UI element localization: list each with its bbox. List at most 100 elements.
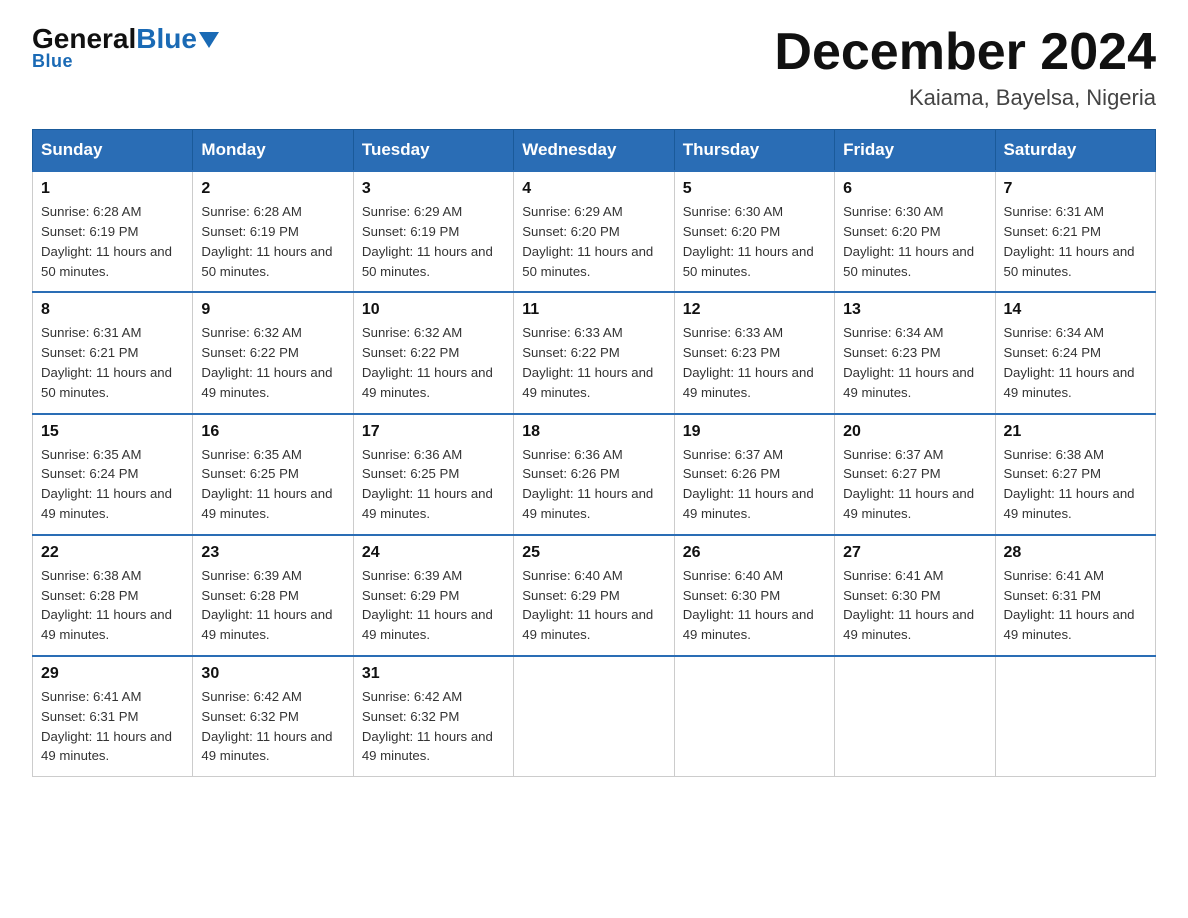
logo: GeneralBlue Blue [32, 24, 219, 72]
day-info: Sunrise: 6:31 AMSunset: 6:21 PMDaylight:… [41, 323, 184, 402]
day-of-week-header: Monday [193, 130, 353, 172]
day-number: 22 [41, 544, 184, 562]
calendar-day-cell: 1 Sunrise: 6:28 AMSunset: 6:19 PMDaylight… [33, 171, 193, 292]
calendar-day-cell: 13Sunrise: 6:34 AMSunset: 6:23 PMDayligh… [835, 292, 995, 413]
day-of-week-header: Wednesday [514, 130, 674, 172]
day-info: Sunrise: 6:40 AMSunset: 6:29 PMDaylight:… [522, 566, 665, 645]
day-of-week-header: Thursday [674, 130, 834, 172]
calendar-day-cell: 5 Sunrise: 6:30 AMSunset: 6:20 PMDaylight… [674, 171, 834, 292]
calendar-day-cell [514, 656, 674, 777]
calendar-day-cell: 8Sunrise: 6:31 AMSunset: 6:21 PMDaylight… [33, 292, 193, 413]
day-info: Sunrise: 6:40 AMSunset: 6:30 PMDaylight:… [683, 566, 826, 645]
day-info: Sunrise: 6:37 AMSunset: 6:26 PMDaylight:… [683, 445, 826, 524]
calendar-day-cell [835, 656, 995, 777]
day-number: 23 [201, 544, 344, 562]
day-info: Sunrise: 6:39 AMSunset: 6:28 PMDaylight:… [201, 566, 344, 645]
day-info: Sunrise: 6:28 AMSunset: 6:19 PMDaylight:… [41, 202, 184, 281]
day-info: Sunrise: 6:38 AMSunset: 6:28 PMDaylight:… [41, 566, 184, 645]
day-of-week-header: Tuesday [353, 130, 513, 172]
day-number: 31 [362, 665, 505, 683]
day-number: 18 [522, 423, 665, 441]
page-header: GeneralBlue Blue December 2024 Kaiama, B… [32, 24, 1156, 111]
day-number: 9 [201, 301, 344, 319]
day-info: Sunrise: 6:39 AMSunset: 6:29 PMDaylight:… [362, 566, 505, 645]
calendar-table: SundayMondayTuesdayWednesdayThursdayFrid… [32, 129, 1156, 777]
calendar-day-cell: 3Sunrise: 6:29 AMSunset: 6:19 PMDaylight… [353, 171, 513, 292]
calendar-day-cell: 11 Sunrise: 6:33 AMSunset: 6:22 PMDayligh… [514, 292, 674, 413]
calendar-day-cell: 17 Sunrise: 6:36 AMSunset: 6:25 PMDayligh… [353, 414, 513, 535]
calendar-day-cell: 12Sunrise: 6:33 AMSunset: 6:23 PMDayligh… [674, 292, 834, 413]
day-info: Sunrise: 6:37 AMSunset: 6:27 PMDaylight:… [843, 445, 986, 524]
day-of-week-header: Sunday [33, 130, 193, 172]
day-info: Sunrise: 6:41 AMSunset: 6:31 PMDaylight:… [41, 687, 184, 766]
day-number: 30 [201, 665, 344, 683]
day-number: 27 [843, 544, 986, 562]
day-number: 21 [1004, 423, 1147, 441]
calendar-day-cell: 16 Sunrise: 6:35 AMSunset: 6:25 PMDayligh… [193, 414, 353, 535]
day-info: Sunrise: 6:33 AMSunset: 6:23 PMDaylight:… [683, 323, 826, 402]
day-number: 2 [201, 180, 344, 198]
day-number: 3 [362, 180, 505, 198]
day-info: Sunrise: 6:28 AMSunset: 6:19 PMDaylight:… [201, 202, 344, 281]
calendar-day-cell: 24 Sunrise: 6:39 AMSunset: 6:29 PMDayligh… [353, 535, 513, 656]
calendar-body: 1 Sunrise: 6:28 AMSunset: 6:19 PMDaylight… [33, 171, 1156, 776]
header-row: SundayMondayTuesdayWednesdayThursdayFrid… [33, 130, 1156, 172]
day-info: Sunrise: 6:31 AMSunset: 6:21 PMDaylight:… [1004, 202, 1147, 281]
calendar-day-cell: 22 Sunrise: 6:38 AMSunset: 6:28 PMDayligh… [33, 535, 193, 656]
day-number: 1 [41, 180, 184, 198]
calendar-day-cell: 27Sunrise: 6:41 AMSunset: 6:30 PMDayligh… [835, 535, 995, 656]
calendar-day-cell: 10Sunrise: 6:32 AMSunset: 6:22 PMDayligh… [353, 292, 513, 413]
day-info: Sunrise: 6:38 AMSunset: 6:27 PMDaylight:… [1004, 445, 1147, 524]
day-info: Sunrise: 6:36 AMSunset: 6:25 PMDaylight:… [362, 445, 505, 524]
day-number: 5 [683, 180, 826, 198]
calendar-week-row: 8Sunrise: 6:31 AMSunset: 6:21 PMDaylight… [33, 292, 1156, 413]
calendar-day-cell: 26 Sunrise: 6:40 AMSunset: 6:30 PMDayligh… [674, 535, 834, 656]
day-number: 24 [362, 544, 505, 562]
calendar-day-cell [674, 656, 834, 777]
day-number: 17 [362, 423, 505, 441]
calendar-week-row: 22 Sunrise: 6:38 AMSunset: 6:28 PMDayligh… [33, 535, 1156, 656]
calendar-day-cell: 14Sunrise: 6:34 AMSunset: 6:24 PMDayligh… [995, 292, 1155, 413]
calendar-week-row: 1 Sunrise: 6:28 AMSunset: 6:19 PMDaylight… [33, 171, 1156, 292]
day-number: 25 [522, 544, 665, 562]
calendar-day-cell: 23 Sunrise: 6:39 AMSunset: 6:28 PMDayligh… [193, 535, 353, 656]
day-number: 26 [683, 544, 826, 562]
calendar-day-cell: 31 Sunrise: 6:42 AMSunset: 6:32 PMDayligh… [353, 656, 513, 777]
day-number: 10 [362, 301, 505, 319]
day-number: 19 [683, 423, 826, 441]
title-block: December 2024 Kaiama, Bayelsa, Nigeria [774, 24, 1156, 111]
calendar-day-cell: 30Sunrise: 6:42 AMSunset: 6:32 PMDayligh… [193, 656, 353, 777]
logo-triangle-icon [199, 32, 219, 48]
day-info: Sunrise: 6:41 AMSunset: 6:31 PMDaylight:… [1004, 566, 1147, 645]
day-number: 14 [1004, 301, 1147, 319]
day-number: 6 [843, 180, 986, 198]
day-of-week-header: Saturday [995, 130, 1155, 172]
calendar-day-cell: 21 Sunrise: 6:38 AMSunset: 6:27 PMDayligh… [995, 414, 1155, 535]
day-info: Sunrise: 6:32 AMSunset: 6:22 PMDaylight:… [201, 323, 344, 402]
calendar-week-row: 15 Sunrise: 6:35 AMSunset: 6:24 PMDayligh… [33, 414, 1156, 535]
day-info: Sunrise: 6:29 AMSunset: 6:20 PMDaylight:… [522, 202, 665, 281]
logo-blue-text: Blue [136, 24, 197, 55]
day-number: 11 [522, 301, 665, 319]
calendar-day-cell: 25 Sunrise: 6:40 AMSunset: 6:29 PMDayligh… [514, 535, 674, 656]
calendar-day-cell [995, 656, 1155, 777]
calendar-header: SundayMondayTuesdayWednesdayThursdayFrid… [33, 130, 1156, 172]
day-info: Sunrise: 6:42 AMSunset: 6:32 PMDaylight:… [362, 687, 505, 766]
calendar-day-cell: 18Sunrise: 6:36 AMSunset: 6:26 PMDayligh… [514, 414, 674, 535]
day-number: 16 [201, 423, 344, 441]
day-number: 4 [522, 180, 665, 198]
day-number: 20 [843, 423, 986, 441]
calendar-day-cell: 20 Sunrise: 6:37 AMSunset: 6:27 PMDayligh… [835, 414, 995, 535]
day-number: 13 [843, 301, 986, 319]
calendar-day-cell: 9 Sunrise: 6:32 AMSunset: 6:22 PMDaylight… [193, 292, 353, 413]
day-number: 15 [41, 423, 184, 441]
day-info: Sunrise: 6:35 AMSunset: 6:24 PMDaylight:… [41, 445, 184, 524]
calendar-day-cell: 4 Sunrise: 6:29 AMSunset: 6:20 PMDaylight… [514, 171, 674, 292]
calendar-day-cell: 19 Sunrise: 6:37 AMSunset: 6:26 PMDayligh… [674, 414, 834, 535]
day-info: Sunrise: 6:35 AMSunset: 6:25 PMDaylight:… [201, 445, 344, 524]
location: Kaiama, Bayelsa, Nigeria [774, 85, 1156, 111]
day-of-week-header: Friday [835, 130, 995, 172]
day-info: Sunrise: 6:33 AMSunset: 6:22 PMDaylight:… [522, 323, 665, 402]
month-title: December 2024 [774, 24, 1156, 81]
day-info: Sunrise: 6:30 AMSunset: 6:20 PMDaylight:… [683, 202, 826, 281]
